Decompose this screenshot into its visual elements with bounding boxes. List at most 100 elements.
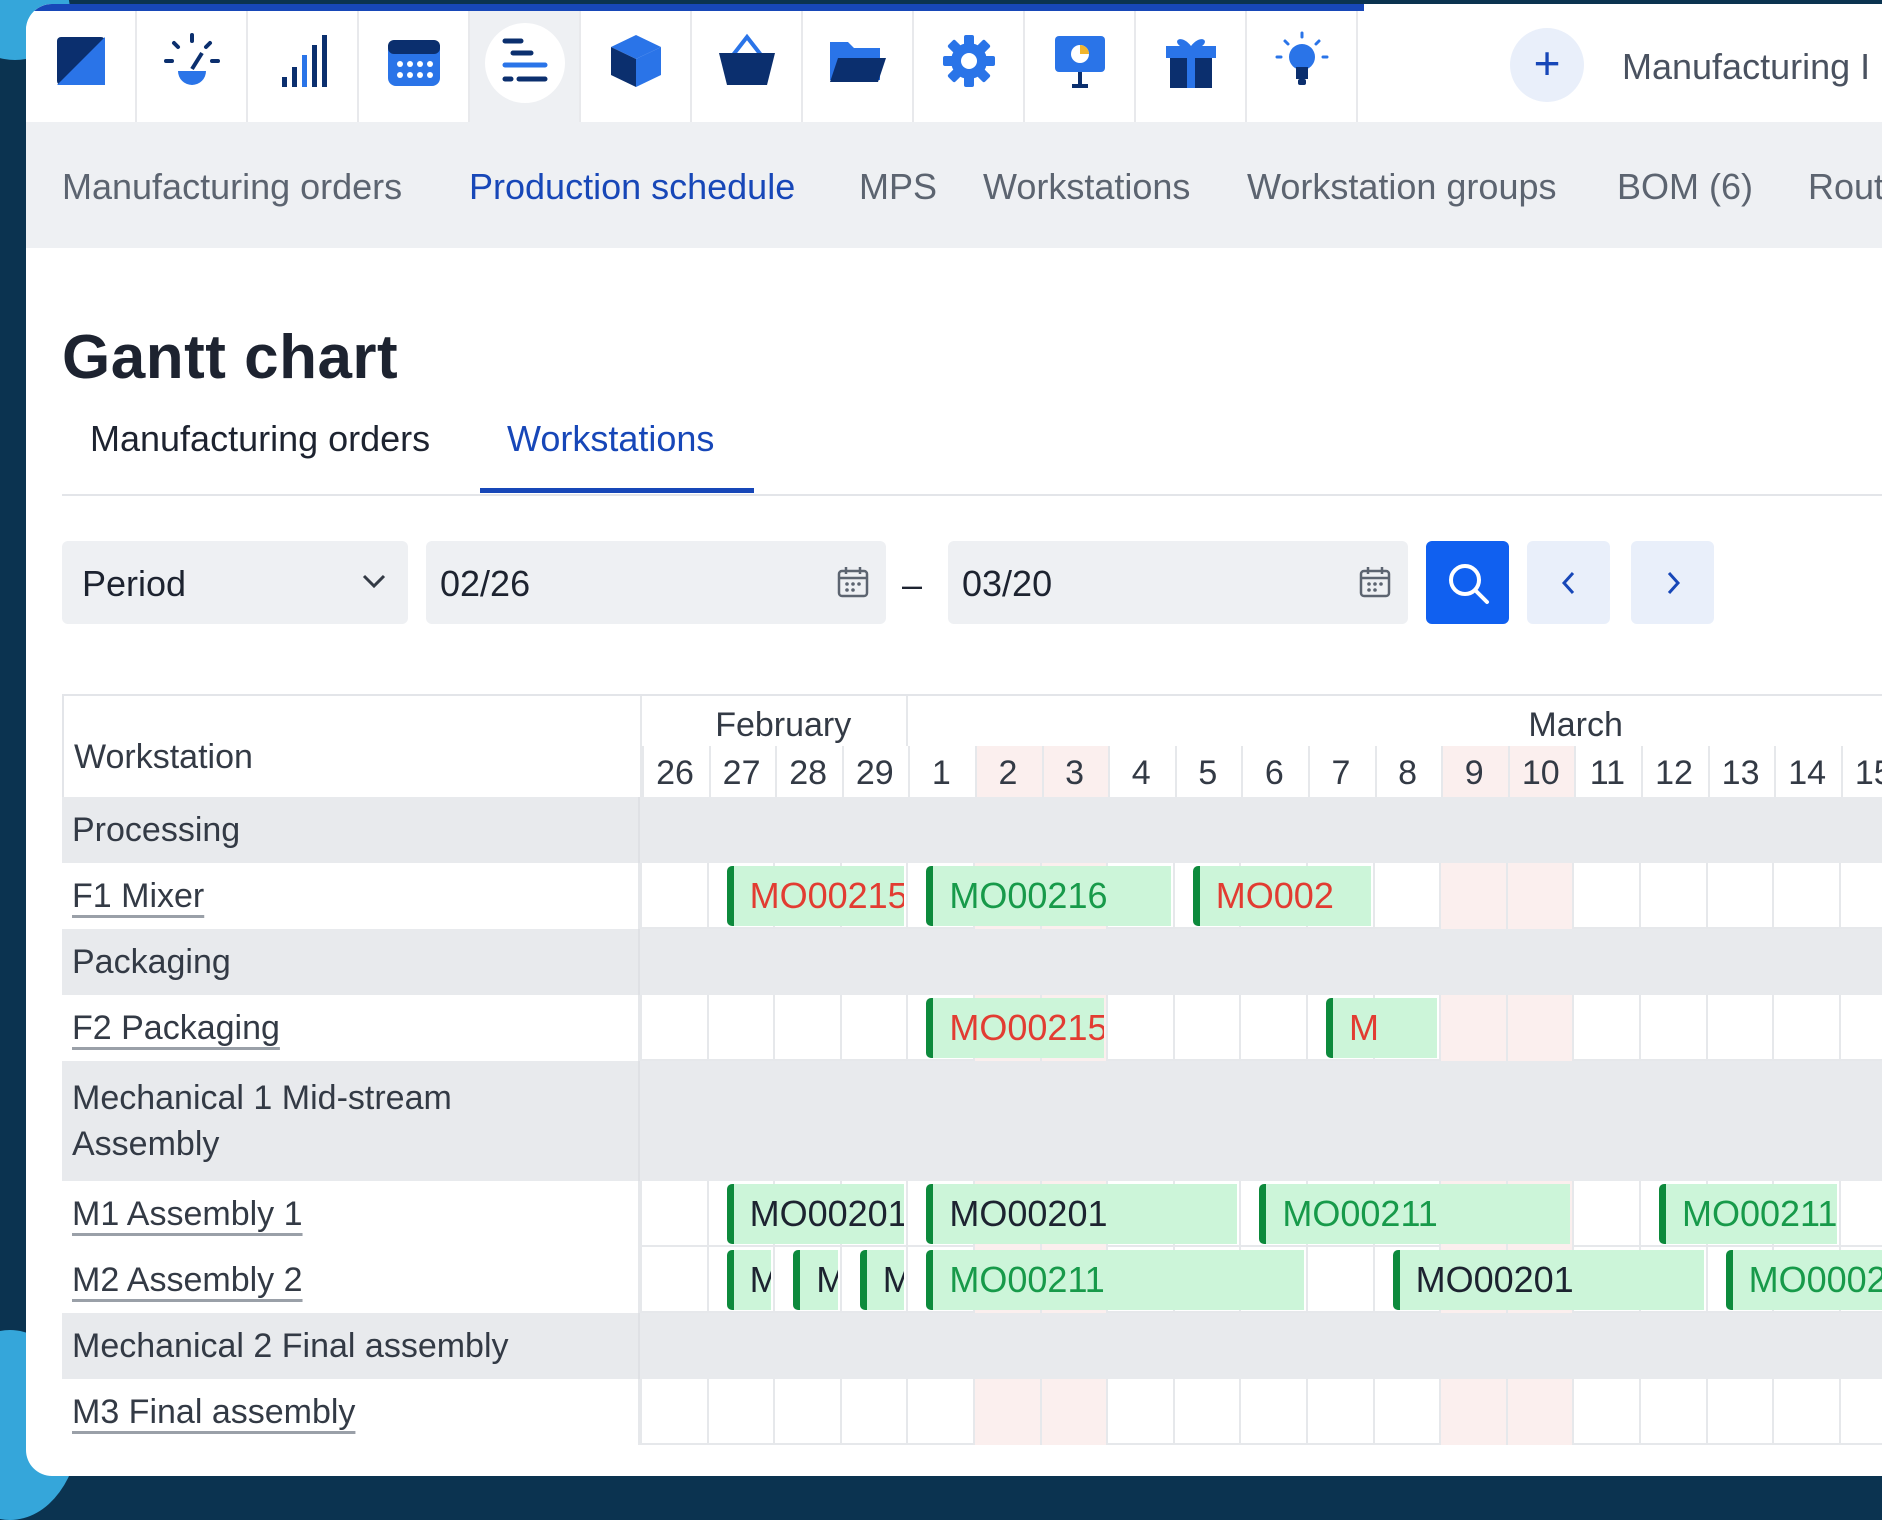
manufacturing-order-bar[interactable]: MO00216	[926, 866, 1171, 926]
day-cell[interactable]	[1439, 1379, 1506, 1445]
day-cell[interactable]	[1705, 863, 1773, 929]
nav-manufacturing-orders[interactable]: Manufacturing orders	[62, 166, 402, 208]
nav-routing[interactable]: Rout	[1808, 166, 1882, 208]
manufacturing-order-bar[interactable]: MO00211	[1659, 1184, 1837, 1244]
toolbar-item-dashboard[interactable]	[137, 4, 248, 122]
day-cell[interactable]	[1772, 995, 1839, 1061]
manufacturing-order-bar[interactable]: MO00215	[926, 998, 1105, 1058]
day-cell[interactable]	[1572, 863, 1639, 929]
toolbar-item-gift[interactable]	[1136, 4, 1247, 122]
manufacturing-order-bar[interactable]: MO00201	[926, 1184, 1238, 1244]
icon-toolbar	[26, 4, 1882, 122]
day-cell[interactable]	[1572, 1379, 1639, 1445]
day-cell[interactable]	[839, 995, 907, 1061]
day-cell[interactable]	[1372, 863, 1440, 929]
workstation-link[interactable]: F1 Mixer	[72, 877, 204, 916]
day-cell[interactable]	[640, 1247, 707, 1313]
day-cell[interactable]	[1838, 1181, 1882, 1247]
day-cell[interactable]	[1172, 1379, 1240, 1445]
day-cell[interactable]	[1838, 995, 1882, 1061]
toolbar-item-stats[interactable]	[248, 4, 359, 122]
workstation-link[interactable]: F2 Packaging	[72, 1009, 280, 1048]
previous-period-button[interactable]	[1527, 541, 1610, 624]
day-cell[interactable]	[973, 1379, 1040, 1445]
day-cell[interactable]	[839, 1379, 907, 1445]
day-cell[interactable]	[1239, 995, 1306, 1061]
day-cell[interactable]	[1106, 995, 1173, 1061]
day-cell[interactable]	[1439, 995, 1506, 1061]
day-cell[interactable]	[1639, 1379, 1706, 1445]
day-cell[interactable]	[640, 1181, 707, 1247]
toolbar-item-schedule[interactable]	[470, 4, 581, 122]
manufacturing-order-bar[interactable]: MO0002	[1725, 1250, 1882, 1310]
manufacturing-order-bar[interactable]: MO00215	[726, 866, 905, 926]
date-from-field[interactable]: 02/26	[426, 541, 886, 624]
day-cell[interactable]	[1772, 863, 1839, 929]
toolbar-item-basket[interactable]	[692, 4, 803, 122]
manufacturing-order-bar[interactable]: MO002	[1192, 866, 1371, 926]
day-cell[interactable]	[1106, 1379, 1173, 1445]
day-cell[interactable]	[1772, 1379, 1839, 1445]
day-cell[interactable]	[1705, 1379, 1773, 1445]
toolbar-item-folder[interactable]	[803, 4, 914, 122]
day-cell[interactable]	[1639, 995, 1706, 1061]
search-button[interactable]	[1426, 541, 1509, 624]
manufacturing-order-bar[interactable]: MO00211	[1259, 1184, 1571, 1244]
day-cell[interactable]	[706, 995, 774, 1061]
day-cell[interactable]	[640, 1379, 707, 1445]
day-cell[interactable]	[640, 995, 707, 1061]
manufacturing-order-bar[interactable]: MO00211	[926, 1250, 1304, 1310]
subtab-workstations[interactable]: Workstations	[507, 418, 714, 460]
workstation-link[interactable]: M1 Assembly 1	[72, 1195, 303, 1234]
day-cell[interactable]	[773, 995, 840, 1061]
day-cell[interactable]	[1705, 995, 1773, 1061]
day-cell[interactable]	[773, 1379, 840, 1445]
add-button[interactable]: +	[1510, 28, 1584, 102]
day-cell[interactable]	[1838, 1379, 1882, 1445]
page-title: Gantt chart	[62, 323, 399, 392]
manufacturing-order-bar[interactable]: MO	[859, 1250, 905, 1310]
date-to-field[interactable]: 03/20	[948, 541, 1408, 624]
day-cell[interactable]	[1505, 1379, 1573, 1445]
toolbar-item-lightbulb[interactable]	[1247, 4, 1358, 122]
day-cell[interactable]	[1239, 1379, 1306, 1445]
day-cell[interactable]	[1372, 1379, 1440, 1445]
toolbar-item-presentation[interactable]	[1025, 4, 1136, 122]
toolbar-item-logo[interactable]	[26, 4, 137, 122]
day-cell[interactable]	[706, 1379, 774, 1445]
day-cell[interactable]	[1639, 863, 1706, 929]
manufacturing-order-bar[interactable]: MO	[726, 1250, 772, 1310]
nav-bom[interactable]: BOM (6)	[1617, 166, 1753, 208]
chevron-left-icon	[1561, 571, 1574, 594]
day-cell[interactable]	[1572, 1181, 1639, 1247]
day-cell[interactable]	[1306, 1247, 1373, 1313]
calendar-icon	[1359, 567, 1391, 598]
period-select[interactable]: Period	[62, 541, 408, 624]
day-cell[interactable]	[1505, 995, 1573, 1061]
day-cell[interactable]	[1306, 1379, 1373, 1445]
nav-workstation-groups[interactable]: Workstation groups	[1247, 166, 1556, 208]
manufacturing-order-bar[interactable]: MO00201	[726, 1184, 905, 1244]
day-cell[interactable]	[1039, 1379, 1107, 1445]
toolbar-item-calendar[interactable]	[359, 4, 470, 122]
toolbar-item-gear[interactable]	[914, 4, 1025, 122]
day-cell[interactable]	[1439, 863, 1506, 929]
nav-mps[interactable]: MPS	[859, 166, 937, 208]
workstation-link[interactable]: M2 Assembly 2	[72, 1261, 303, 1300]
next-period-button[interactable]	[1631, 541, 1714, 624]
day-cell[interactable]	[1838, 863, 1882, 929]
nav-workstations[interactable]: Workstations	[983, 166, 1190, 208]
manufacturing-order-bar[interactable]: M	[1326, 998, 1438, 1058]
toolbar-item-box[interactable]	[581, 4, 692, 122]
manufacturing-order-bar[interactable]: MO00201	[1392, 1250, 1704, 1310]
workstation-row: M3 Final assembly	[62, 1379, 1882, 1445]
day-cell[interactable]	[906, 1379, 973, 1445]
subtab-manufacturing-orders[interactable]: Manufacturing orders	[90, 418, 430, 460]
day-cell[interactable]	[1172, 995, 1240, 1061]
nav-production-schedule[interactable]: Production schedule	[469, 166, 795, 208]
manufacturing-order-bar[interactable]: MO	[793, 1250, 838, 1310]
day-cell[interactable]	[1572, 995, 1639, 1061]
workstation-link[interactable]: M3 Final assembly	[72, 1393, 355, 1432]
day-cell[interactable]	[1505, 863, 1573, 929]
day-cell[interactable]	[640, 863, 707, 929]
